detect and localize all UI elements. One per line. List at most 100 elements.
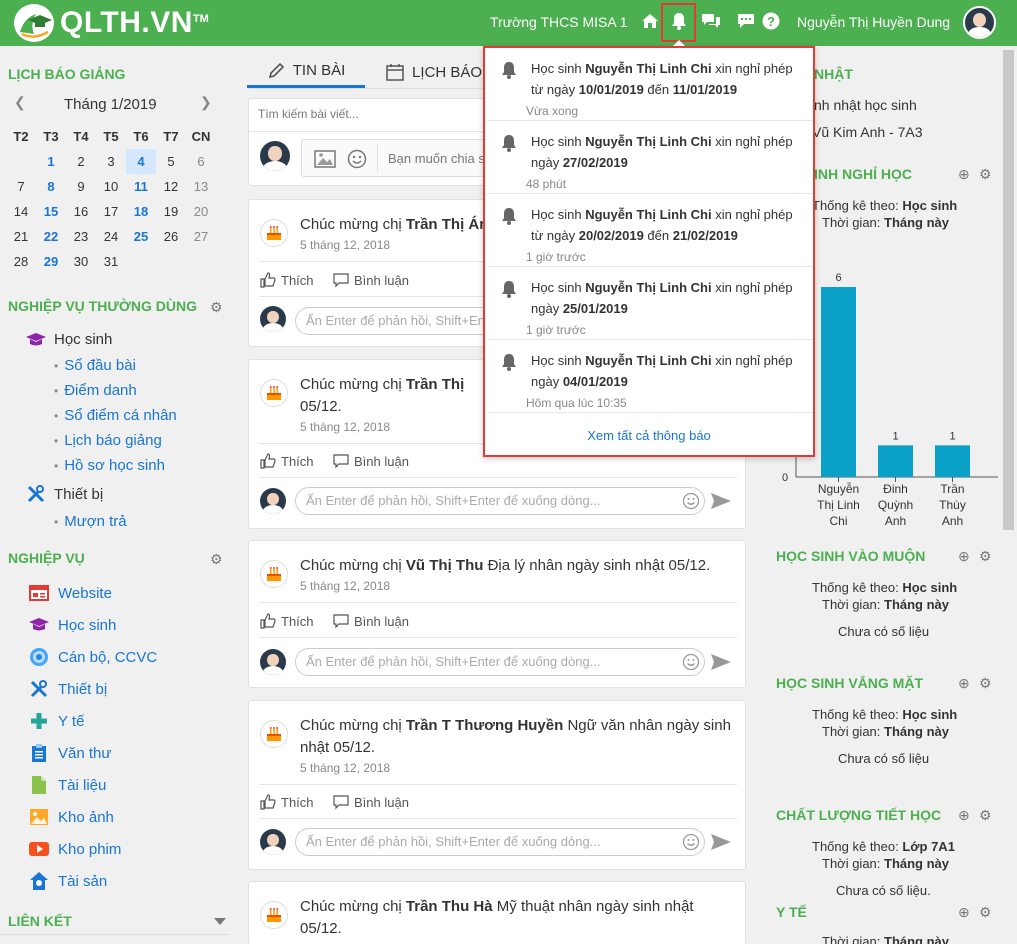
home-icon[interactable] [639,10,661,32]
calendar-day[interactable]: 20 [186,199,216,224]
gear-icon[interactable]: ⚙ [979,807,992,824]
calendar-day[interactable]: 12 [156,174,186,199]
menu-photos[interactable]: Kho ảnh [28,806,114,828]
comment-button[interactable]: Bình luận [333,794,409,810]
calendar-day[interactable]: 3 [96,149,126,174]
emoji-icon[interactable] [682,492,700,510]
page-scrollbar[interactable] [1000,46,1017,944]
notification-item[interactable]: Học sinh Nguyễn Thị Linh Chi xin nghỉ ph… [487,340,813,413]
tab-news[interactable]: TIN BÀI [247,56,365,88]
menu-equipment[interactable]: Thiết bị [28,678,107,700]
comment-button[interactable]: Bình luận [333,613,409,629]
calendar-day[interactable]: 28 [6,249,36,274]
zoom-icon[interactable]: ⊕ [958,675,970,692]
user-name[interactable]: Nguyễn Thị Huyền Dung [797,14,950,30]
menu-materials[interactable]: Tài liệu [28,774,106,796]
calendar-day[interactable]: 16 [66,199,96,224]
prev-month-icon[interactable]: ❮ [14,94,26,111]
like-button[interactable]: Thích [260,613,314,629]
calendar-day[interactable]: 11 [126,174,156,199]
gear-icon[interactable]: ⚙ [979,675,992,692]
menu-item-personal-grades[interactable]: Sổ điểm cá nhân [54,407,177,424]
like-button[interactable]: Thích [260,453,314,469]
calendar-day[interactable]: 27 [186,224,216,249]
menu-health[interactable]: Y tế [28,710,84,732]
birthday-student[interactable]: Vũ Kim Anh - 7A3 [812,124,923,140]
calendar-day[interactable]: 1 [36,149,66,174]
calendar-title[interactable]: LỊCH BÁO GIẢNG [8,66,125,82]
menu-website[interactable]: Website [28,582,112,604]
menu-staff[interactable]: Cán bộ, CCVC [28,646,157,668]
reply-input[interactable]: Ấn Enter để phản hồi, Shift+Ent [295,307,495,335]
calendar-day[interactable]: 5 [156,149,186,174]
menu-item-attendance[interactable]: Điểm danh [54,382,137,399]
calendar-day[interactable]: 8 [36,174,66,199]
emoji-icon[interactable] [682,833,700,851]
message-icon[interactable] [735,10,757,32]
zoom-icon[interactable]: ⊕ [958,807,970,824]
calendar-day[interactable]: 10 [96,174,126,199]
menu-documents[interactable]: Văn thư [28,742,111,764]
calendar-day[interactable]: 6 [186,149,216,174]
calendar-day[interactable]: 25 [126,224,156,249]
calendar-day[interactable]: 15 [36,199,66,224]
notification-item[interactable]: Học sinh Nguyễn Thị Linh Chi xin nghỉ ph… [487,121,813,194]
calendar-day[interactable]: 18 [126,199,156,224]
gear-icon[interactable]: ⚙ [210,300,224,314]
reply-input[interactable]: Ấn Enter để phản hồi, Shift+Enter để xuố… [295,648,705,676]
comment-button[interactable]: Bình luận [333,453,409,469]
chart-bar[interactable] [935,445,970,477]
tab-schedule[interactable]: LỊCH BÁO [386,56,482,88]
calendar-day[interactable]: 24 [96,224,126,249]
calendar-day[interactable]: 13 [186,174,216,199]
calendar-day[interactable]: 31 [96,249,126,274]
calendar-day[interactable]: 30 [66,249,96,274]
calendar-day[interactable]: 4 [126,149,156,174]
group-student[interactable]: Học sinh [24,331,112,348]
menu-item-lesson-book[interactable]: Sổ đầu bài [54,357,136,374]
send-icon[interactable] [710,653,732,671]
like-button[interactable]: Thích [260,794,314,810]
notification-item[interactable]: Học sinh Nguyễn Thị Linh Chi xin nghỉ ph… [487,48,813,121]
group-equipment[interactable]: Thiết bị [24,484,103,504]
calendar-day[interactable]: 26 [156,224,186,249]
caret-down-icon[interactable] [214,918,226,925]
user-avatar[interactable] [963,6,996,39]
notification-item[interactable]: Học sinh Nguyễn Thị Linh Chi xin nghỉ ph… [487,194,813,267]
composer-input[interactable]: Bạn muốn chia s [301,139,501,177]
logo[interactable]: QLTH.VN TM [14,4,209,42]
calendar-day[interactable]: 19 [156,199,186,224]
reply-input[interactable]: Ấn Enter để phản hồi, Shift+Enter để xuố… [295,828,705,856]
bell-icon[interactable] [668,10,690,32]
chart-bar[interactable] [878,445,913,477]
menu-item-lesson-schedule[interactable]: Lịch báo giảng [54,432,162,449]
reply-input[interactable]: Ấn Enter để phản hồi, Shift+Enter để xuố… [295,487,705,515]
gear-icon[interactable]: ⚙ [979,548,992,565]
post-search-input[interactable]: Tìm kiếm bài viết... [258,107,359,121]
send-icon[interactable] [710,492,732,510]
calendar-day[interactable]: 23 [66,224,96,249]
comment-button[interactable]: Bình luận [333,272,409,288]
zoom-icon[interactable]: ⊕ [958,166,970,183]
gear-icon[interactable]: ⚙ [979,166,992,183]
calendar-day[interactable]: 7 [6,174,36,199]
gear-icon[interactable]: ⚙ [210,552,224,566]
calendar-day[interactable]: 29 [36,249,66,274]
school-name[interactable]: Trường THCS MISA 1 [490,14,628,30]
image-icon[interactable] [314,150,336,168]
links-title[interactable]: LIÊN KẾT [8,913,72,929]
like-button[interactable]: Thích [260,272,314,288]
menu-videos[interactable]: Kho phim [28,838,121,860]
calendar-day[interactable]: 9 [66,174,96,199]
chat-icon[interactable] [700,10,722,32]
calendar-day[interactable]: 14 [6,199,36,224]
menu-assets[interactable]: Tài sản [28,870,107,892]
see-all-notifications-link[interactable]: Xem tất cả thông báo [485,428,813,443]
chart-bar[interactable] [821,287,856,477]
calendar-day[interactable]: 21 [6,224,36,249]
menu-student[interactable]: Học sinh [28,614,116,636]
zoom-icon[interactable]: ⊕ [958,904,970,921]
next-month-icon[interactable]: ❯ [200,94,212,111]
gear-icon[interactable]: ⚙ [979,904,992,921]
notification-item[interactable]: Học sinh Nguyễn Thị Linh Chi xin nghỉ ph… [487,267,813,340]
